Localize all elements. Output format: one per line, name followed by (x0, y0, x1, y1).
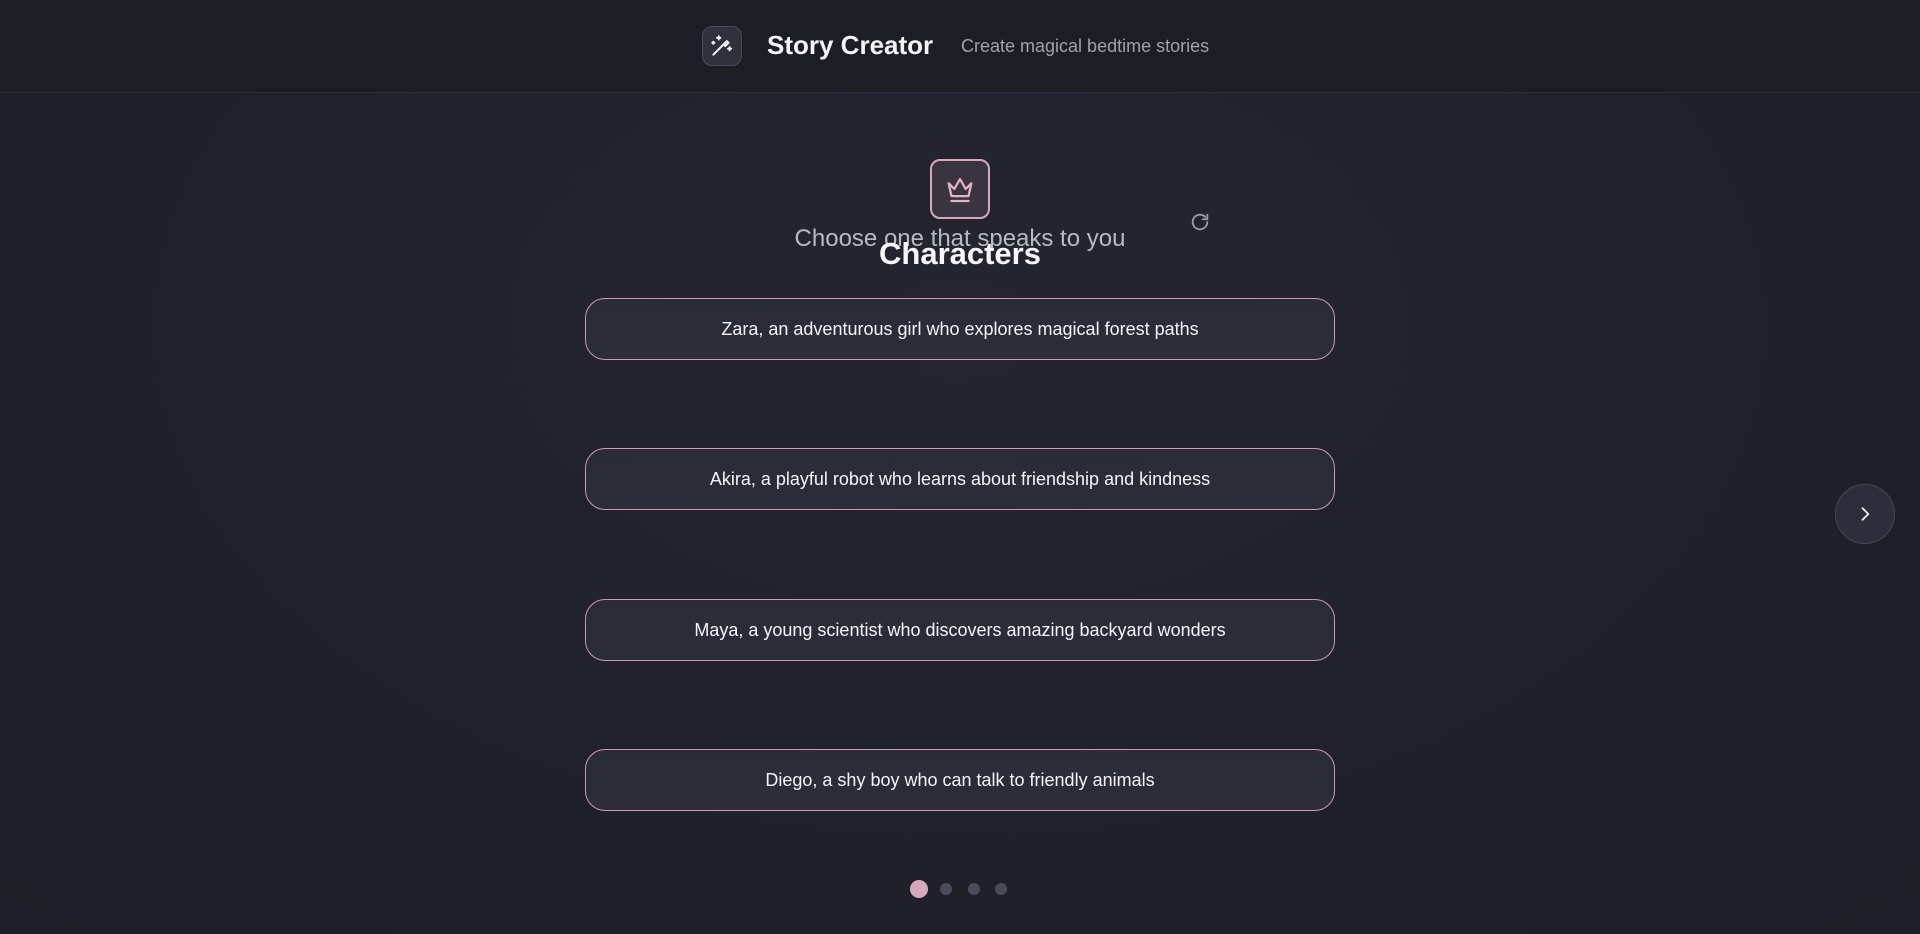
app-title: Story Creator (767, 30, 934, 60)
section-title: Characters (879, 236, 1041, 271)
page-dot[interactable] (940, 883, 952, 895)
app-subtitle: Create magical bedtime stories (961, 36, 1210, 56)
next-button[interactable] (1835, 484, 1895, 544)
page-dot-active[interactable] (910, 880, 928, 898)
refresh-icon[interactable] (1187, 209, 1213, 235)
crown-icon (930, 159, 990, 219)
page-dot[interactable] (968, 883, 980, 895)
character-option[interactable]: Zara, an adventurous girl who explores m… (585, 298, 1335, 360)
character-option[interactable]: Maya, a young scientist who discovers am… (585, 599, 1335, 661)
character-option[interactable]: Diego, a shy boy who can talk to friendl… (585, 749, 1335, 811)
magic-wand-icon (702, 26, 742, 66)
page-dot[interactable] (995, 883, 1007, 895)
character-option[interactable]: Akira, a playful robot who learns about … (585, 448, 1335, 510)
page-indicator (0, 880, 1920, 898)
chevron-right-icon (1855, 504, 1875, 524)
app-header: Story Creator Create magical bedtime sto… (0, 0, 1920, 93)
